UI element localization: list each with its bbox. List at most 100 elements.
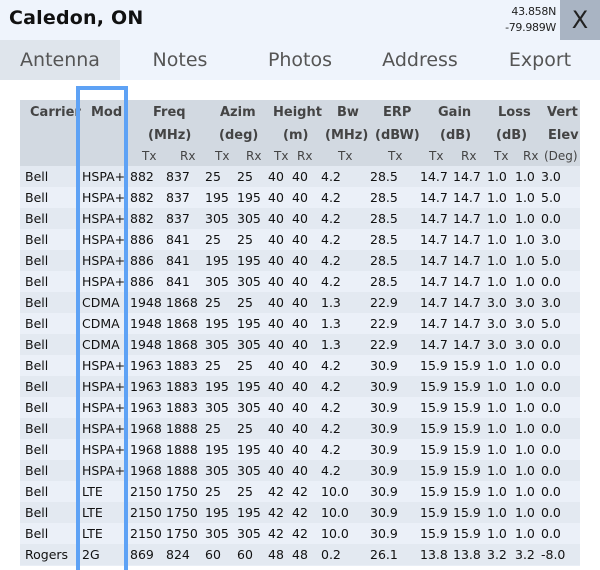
- cell-erp: 30.9: [370, 400, 398, 415]
- cell-erp: 30.9: [370, 526, 398, 541]
- table-row[interactable]: Bell HSPA+ 886 841 305 305 40 40 4.2 28.5 14.7 14.7…: [20, 271, 580, 292]
- table-row[interactable]: Bell HSPA+ 1963 1883 305 305 40 40 4.2 30.9 15.9 15…: [20, 397, 580, 418]
- header-erp[interactable]: ERP: [383, 105, 411, 120]
- table-row[interactable]: Bell HSPA+ 1968 1888 25 25 40 40 4.2 30.9 15.9 15.9…: [20, 418, 580, 439]
- tab-bar: Antenna Notes Photos Address Export: [0, 40, 600, 80]
- cell-azim-tx: 25: [205, 169, 221, 184]
- header-freq-tx: Tx: [142, 149, 157, 163]
- header-height-rx: Rx: [297, 149, 313, 163]
- cell-gain-tx: 15.9: [420, 526, 448, 541]
- table-row[interactable]: Bell CDMA 1948 1868 305 305 40 40 1.3 22.9 14.7 14.…: [20, 334, 580, 355]
- table-row[interactable]: Bell CDMA 1948 1868 195 195 40 40 1.3 22.9 14.7 14.…: [20, 313, 580, 334]
- table-row[interactable]: Bell HSPA+ 882 837 195 195 40 40 4.2 28.5 14.7 14.7…: [20, 187, 580, 208]
- cell-vert-elev: 0.0: [541, 526, 561, 541]
- header-carrier[interactable]: Carrier: [30, 105, 81, 120]
- header-bw[interactable]: Bw: [337, 105, 359, 120]
- cell-freq-rx: 1868: [166, 316, 198, 331]
- cell-vert-elev: 0.0: [541, 211, 561, 226]
- cell-carrier: Bell: [25, 358, 49, 373]
- header-loss-tx: Tx: [494, 149, 509, 163]
- cell-height-rx: 40: [292, 169, 308, 184]
- cell-mod: CDMA: [82, 316, 120, 331]
- header-loss[interactable]: Loss: [498, 105, 531, 120]
- tab-photos[interactable]: Photos: [240, 40, 360, 80]
- tab-notes[interactable]: Notes: [120, 40, 240, 80]
- cell-freq-rx: 1868: [166, 337, 198, 352]
- table-row[interactable]: Bell LTE 2150 1750 305 305 42 42 10.0 30.9 15.9 15.…: [20, 523, 580, 544]
- cell-bw: 4.2: [321, 190, 341, 205]
- cell-bw: 4.2: [321, 253, 341, 268]
- header-gain-tx: Tx: [429, 149, 444, 163]
- cell-height-rx: 40: [292, 211, 308, 226]
- table-row[interactable]: Bell LTE 2150 1750 25 25 42 42 10.0 30.9 15.9 15.9 1…: [20, 481, 580, 502]
- cell-carrier: Bell: [25, 169, 49, 184]
- header-mod[interactable]: Mod: [91, 105, 122, 120]
- cell-carrier: Bell: [25, 232, 49, 247]
- table-row[interactable]: Bell LTE 2150 1750 195 195 42 42 10.0 30.9 15.9 15.…: [20, 502, 580, 523]
- cell-carrier: Bell: [25, 400, 49, 415]
- table-row[interactable]: Bell HSPA+ 886 841 195 195 40 40 4.2 28.5 14.7 14.7…: [20, 250, 580, 271]
- header-gain-rx: Rx: [461, 149, 477, 163]
- cell-mod: HSPA+: [82, 358, 126, 373]
- table-row[interactable]: Bell HSPA+ 882 837 25 25 40 40 4.2 28.5 14.7 14.7 1.…: [20, 166, 580, 187]
- cell-azim-rx: 25: [237, 358, 253, 373]
- cell-erp: 28.5: [370, 169, 398, 184]
- header-freq[interactable]: Freq: [153, 105, 186, 120]
- cell-carrier: Bell: [25, 274, 49, 289]
- cell-freq-tx: 1968: [130, 421, 162, 436]
- tab-export[interactable]: Export: [480, 40, 600, 80]
- cell-freq-rx: 1888: [166, 442, 198, 457]
- cell-gain-tx: 14.7: [420, 274, 448, 289]
- cell-loss-tx: 3.0: [487, 295, 507, 310]
- table-header: Carrier Mod Freq (MHz) Tx Rx Azim (deg) …: [20, 100, 580, 166]
- tab-address[interactable]: Address: [360, 40, 480, 80]
- tab-antenna[interactable]: Antenna: [0, 40, 120, 80]
- cell-loss-rx: 1.0: [515, 253, 535, 268]
- cell-vert-elev: 0.0: [541, 442, 561, 457]
- header-gain[interactable]: Gain: [438, 105, 471, 120]
- cell-mod: HSPA+: [82, 232, 126, 247]
- cell-height-tx: 40: [268, 232, 284, 247]
- table-row[interactable]: Rogers 2G 869 824 60 60 48 48 0.2 26.1 13.8 13.8 3.2…: [20, 544, 580, 565]
- table-row[interactable]: Bell HSPA+ 886 841 25 25 40 40 4.2 28.5 14.7 14.7 1.…: [20, 229, 580, 250]
- cell-gain-tx: 15.9: [420, 505, 448, 520]
- cell-height-rx: 40: [292, 463, 308, 478]
- table-row[interactable]: Bell HSPA+ 1963 1883 25 25 40 40 4.2 30.9 15.9 15.9…: [20, 355, 580, 376]
- table-row[interactable]: Bell HSPA+ 882 837 305 305 40 40 4.2 28.5 14.7 14.7…: [20, 208, 580, 229]
- table-row[interactable]: Bell CDMA 1948 1868 25 25 40 40 1.3 22.9 14.7 14.7 3…: [20, 292, 580, 313]
- cell-freq-tx: 1948: [130, 295, 162, 310]
- cell-bw: 4.2: [321, 274, 341, 289]
- cell-mod: LTE: [82, 526, 103, 541]
- cell-mod: LTE: [82, 505, 103, 520]
- header-vert[interactable]: Vert: [547, 105, 578, 120]
- cell-height-tx: 42: [268, 526, 284, 541]
- cell-freq-tx: 1963: [130, 379, 162, 394]
- cell-freq-rx: 1883: [166, 379, 198, 394]
- cell-loss-rx: 1.0: [515, 274, 535, 289]
- longitude: -79.989W: [505, 21, 556, 34]
- cell-height-tx: 40: [268, 421, 284, 436]
- cell-mod: HSPA+: [82, 190, 126, 205]
- cell-gain-rx: 15.9: [453, 505, 481, 520]
- cell-mod: HSPA+: [82, 442, 126, 457]
- cell-gain-rx: 14.7: [453, 190, 481, 205]
- cell-gain-tx: 14.7: [420, 211, 448, 226]
- cell-azim-rx: 195: [237, 190, 261, 205]
- cell-height-tx: 40: [268, 169, 284, 184]
- close-button[interactable]: X: [560, 0, 600, 40]
- cell-mod: HSPA+: [82, 379, 126, 394]
- header-azim[interactable]: Azim: [220, 105, 256, 120]
- table-row[interactable]: Bell HSPA+ 1963 1883 195 195 40 40 4.2 30.9 15.9 15…: [20, 376, 580, 397]
- cell-height-rx: 40: [292, 190, 308, 205]
- cell-height-tx: 40: [268, 379, 284, 394]
- cell-bw: 4.2: [321, 400, 341, 415]
- table-row[interactable]: Bell HSPA+ 1968 1888 305 305 40 40 4.2 30.9 15.9 15…: [20, 460, 580, 481]
- header-vert-unit: Elev: [548, 128, 579, 143]
- table-row[interactable]: Bell HSPA+ 1968 1888 195 195 40 40 4.2 30.9 15.9 15…: [20, 439, 580, 460]
- cell-gain-tx: 15.9: [420, 358, 448, 373]
- cell-azim-rx: 305: [237, 274, 261, 289]
- cell-loss-tx: 1.0: [487, 463, 507, 478]
- cell-loss-rx: 1.0: [515, 232, 535, 247]
- header-height-unit: (m): [283, 128, 309, 143]
- header-height[interactable]: Height: [273, 105, 322, 120]
